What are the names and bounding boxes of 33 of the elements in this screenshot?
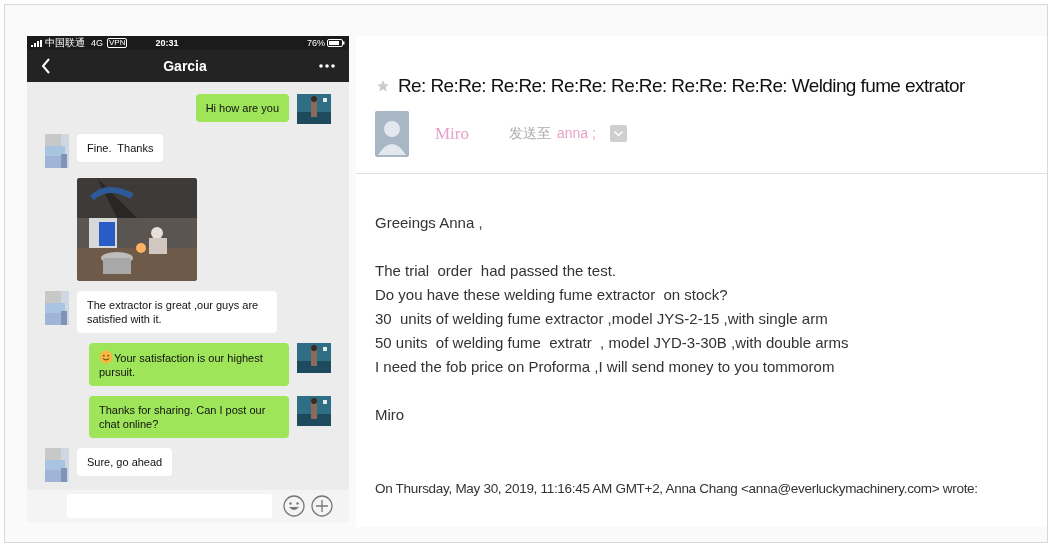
sender-name[interactable]: Miro xyxy=(435,120,469,147)
more-icon[interactable] xyxy=(319,64,335,68)
sent-to-label: 发送至 xyxy=(509,124,551,143)
battery-level: 76% xyxy=(307,38,325,48)
smiley-icon xyxy=(99,350,113,364)
body-text-line: Do you have these welding fume extractor on stock? xyxy=(375,284,729,305)
avatar-icon xyxy=(375,110,409,157)
network-type: 4G xyxy=(91,38,103,48)
greeting-text: Greeings Anna , xyxy=(375,212,484,233)
back-icon[interactable] xyxy=(41,58,51,74)
carrier-name: 中国联通 xyxy=(45,38,85,48)
body-text-line: 30 units of welding fume extractor ,model JYS-2-15 ,with single arm xyxy=(375,308,829,329)
message-bubble: Thanks for sharing. Can I post our chat online? xyxy=(89,396,289,438)
signal-icon xyxy=(31,39,43,47)
vpn-badge: VPN xyxy=(107,38,128,48)
battery-icon xyxy=(327,39,345,47)
signature-text: Miro xyxy=(375,404,406,425)
star-icon[interactable] xyxy=(376,79,390,94)
body-text-line: I need the fob price on Proforma ,I will send money to you tommorom xyxy=(375,356,836,377)
message-bubble: The extractor is great ,our guys are satisfied with it. xyxy=(77,291,277,333)
message-bubble: Sure, go ahead xyxy=(77,448,173,476)
message-bubble: Hi how are you xyxy=(195,94,289,122)
message-bubble: Your satisfaction is our highest pursuit. xyxy=(89,343,289,386)
message-bubble: Fine. Thanks xyxy=(77,134,164,162)
chat-title: Garcia xyxy=(162,56,208,76)
quote-header: On Thursday, May 30, 2019, 11:16:45 AM GMT+2, Anna Chang <anna@everluckymachinery.com> wrote: xyxy=(375,479,979,498)
body-text-line: The trial order had passed the test. xyxy=(375,260,617,281)
body-text-line: 50 units of welding fume extratr , model JYD-3-30B ,with double arms xyxy=(375,332,850,353)
clock: 20:31 xyxy=(155,38,179,48)
smiley-icon[interactable] xyxy=(283,495,305,517)
email-subject: Re: Re:Re: Re:Re: Re:Re: Re:Re: Re:Re: Re:Re: Welding fume extrator xyxy=(398,74,965,98)
plus-icon[interactable] xyxy=(311,495,333,517)
recipient-name[interactable]: anna ; xyxy=(557,123,596,144)
